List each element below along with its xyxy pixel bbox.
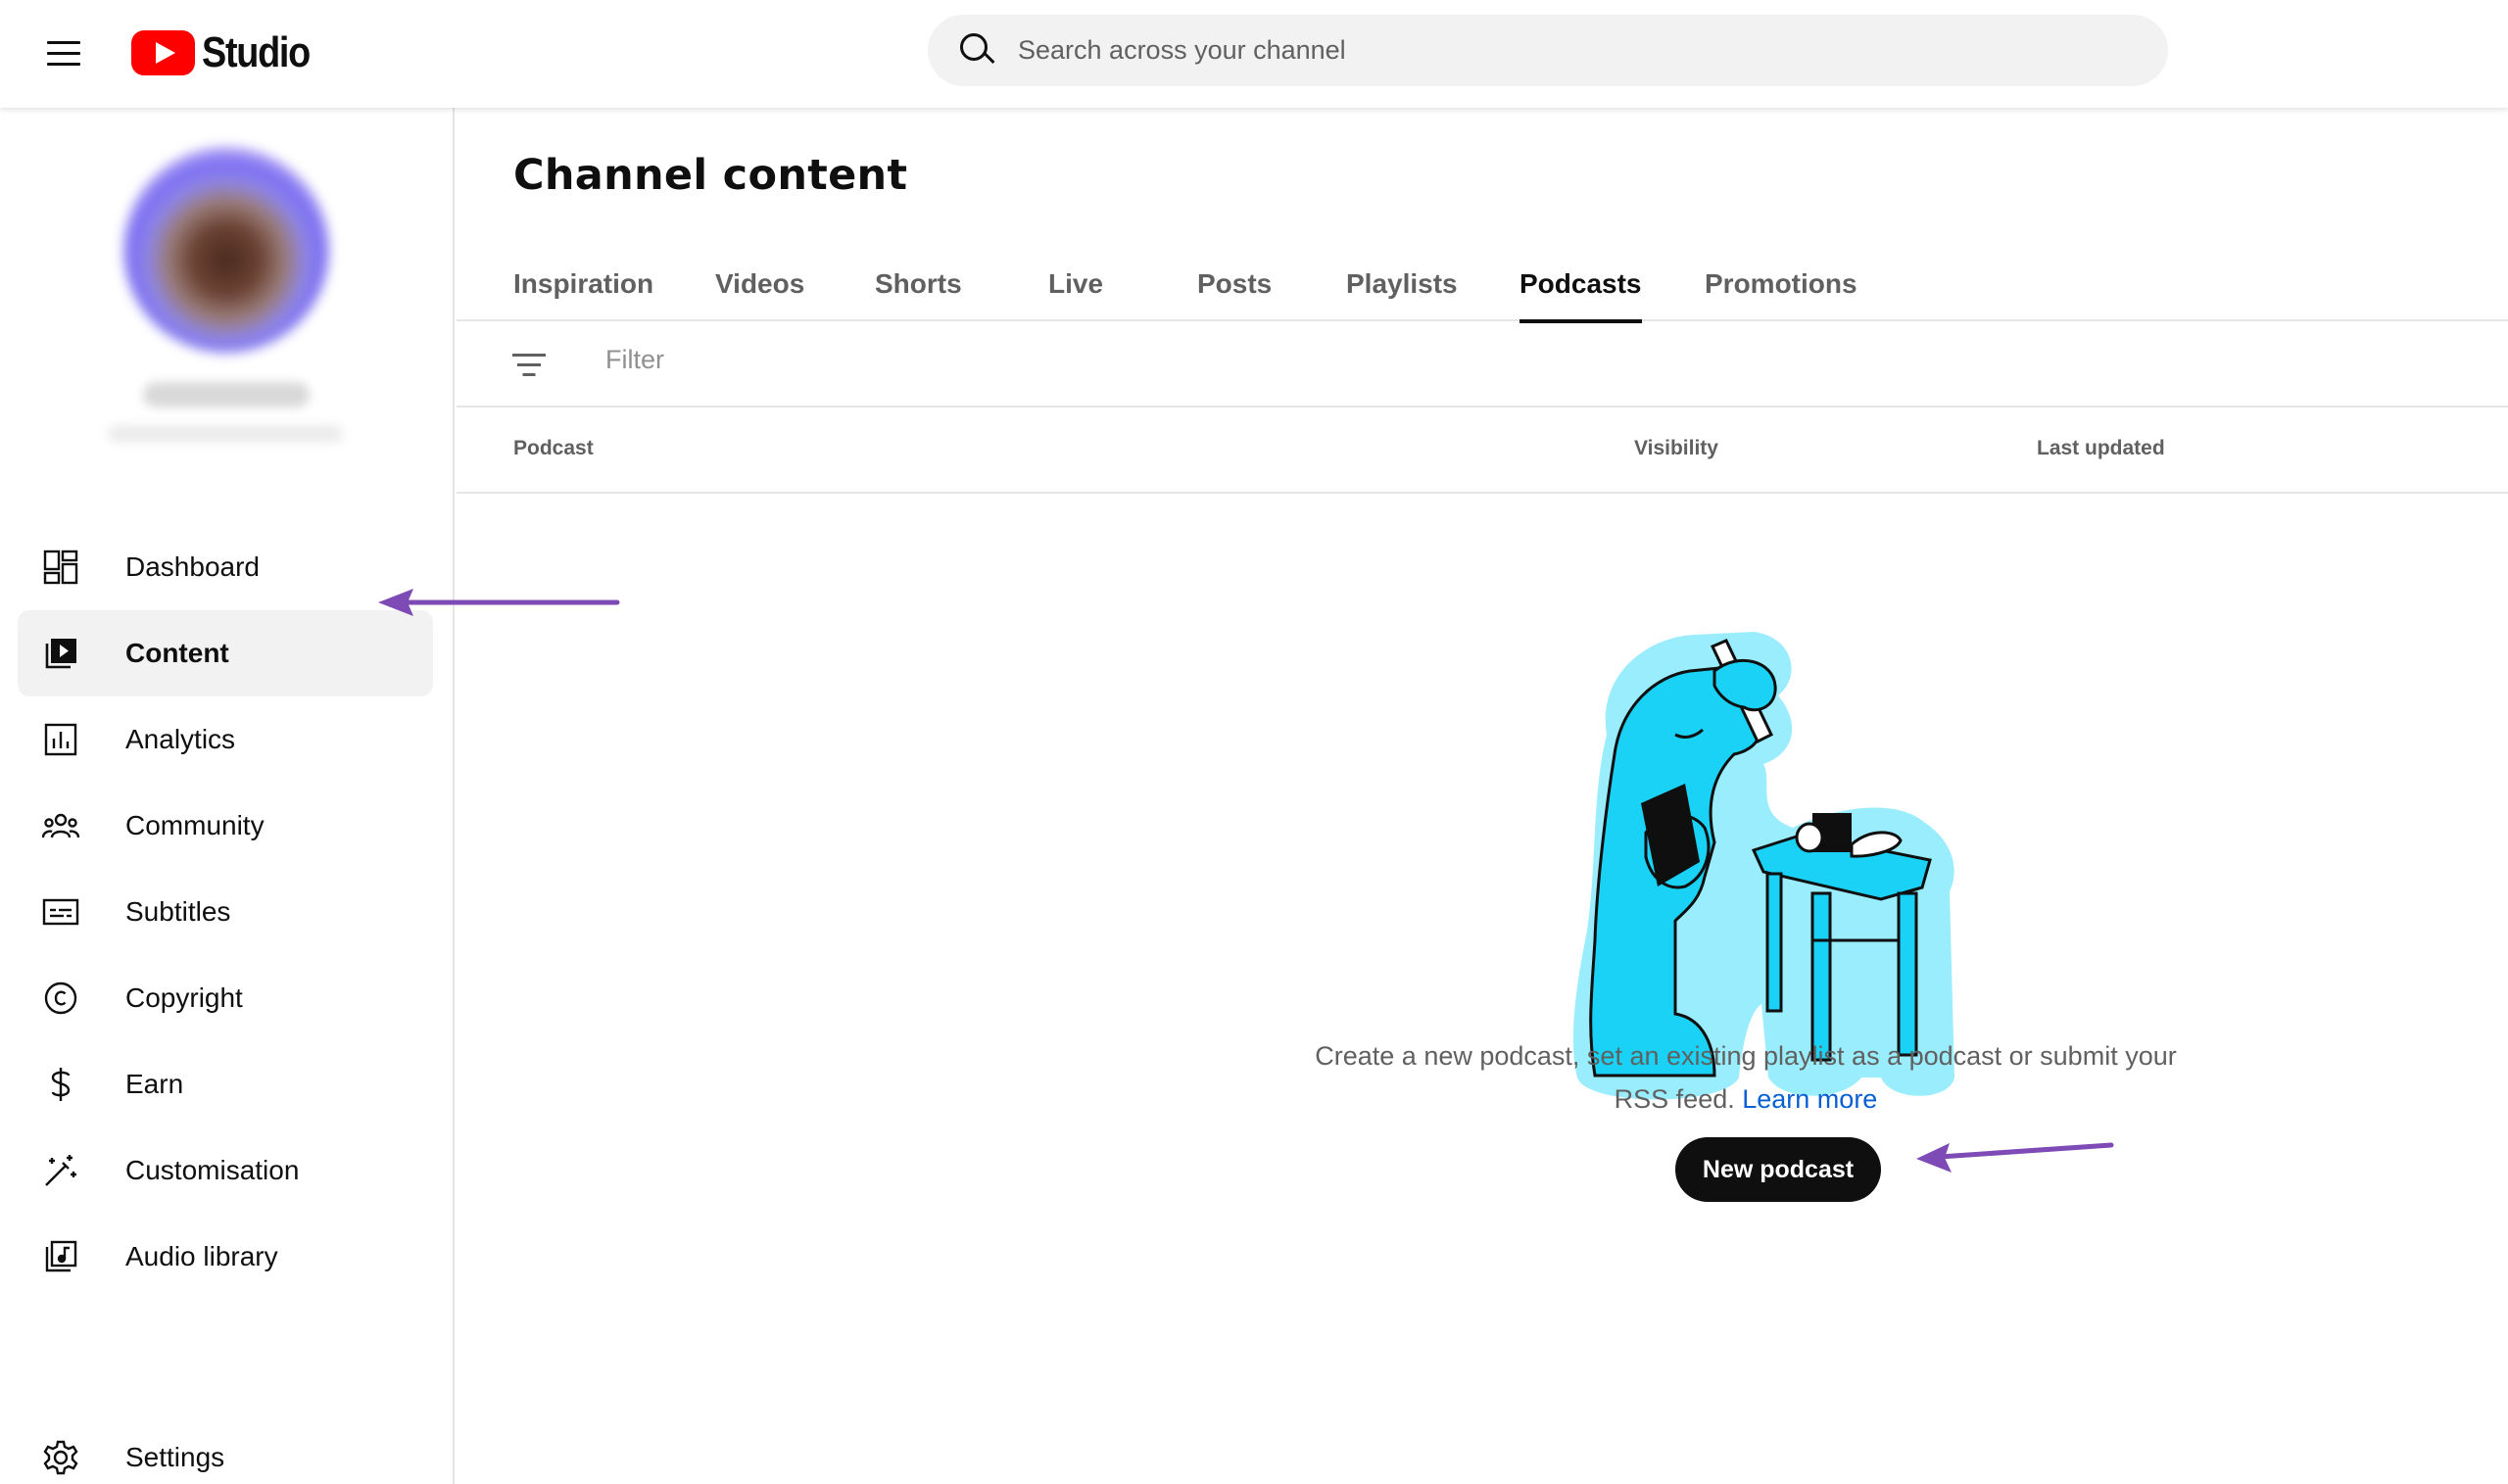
annotation-arrow-new-podcast <box>1916 1142 2114 1173</box>
tab-shorts[interactable]: Shorts <box>875 249 962 321</box>
channel-handle-blurred <box>108 425 343 443</box>
tab-podcasts[interactable]: Podcasts <box>1519 249 1642 323</box>
tab-live[interactable]: Live <box>1048 249 1103 321</box>
sidebar-item-dashboard[interactable]: Dashboard <box>18 524 433 610</box>
page-title: Channel content <box>513 151 908 200</box>
search-icon[interactable] <box>957 31 996 71</box>
sidebar-item-customisation[interactable]: Customisation <box>18 1127 433 1214</box>
sidebar-item-label: Analytics <box>125 724 236 754</box>
sidebar-item-copyright[interactable]: Copyright <box>18 955 433 1041</box>
copyright-icon <box>41 979 80 1018</box>
table-header: Podcast Visibility Last updated <box>457 407 2508 494</box>
tab-posts[interactable]: Posts <box>1197 249 1272 321</box>
tab-promotions[interactable]: Promotions <box>1705 249 1857 321</box>
dashboard-icon <box>41 548 80 587</box>
settings-label: Settings <box>125 1442 225 1472</box>
top-bar: Studio <box>0 0 2508 108</box>
filter-icon[interactable] <box>511 351 547 380</box>
sidebar-item-earn[interactable]: Earn <box>18 1041 433 1127</box>
content-tabs: Inspiration Videos Shorts Live Posts Pla… <box>457 249 2508 323</box>
sidebar-item-label: Earn <box>125 1069 184 1099</box>
sidebar-item-settings[interactable]: Settings <box>18 1414 433 1484</box>
youtube-play-icon <box>131 30 195 75</box>
sidebar-item-label: Copyright <box>125 982 243 1013</box>
audio-library-icon <box>41 1237 80 1276</box>
main-content: Channel content Inspiration Videos Short… <box>457 108 2508 1484</box>
sidebar-item-label: Content <box>125 638 229 668</box>
app-name: Studio <box>202 28 311 76</box>
sidebar-item-analytics[interactable]: Analytics <box>18 696 433 783</box>
community-icon <box>41 806 80 845</box>
empty-state-message: Create a new podcast, set an existing pl… <box>1305 1034 2187 1121</box>
subtitles-icon <box>41 892 80 932</box>
filter-input[interactable] <box>605 345 1193 375</box>
gear-icon <box>41 1438 80 1477</box>
earn-icon <box>41 1065 80 1104</box>
new-podcast-button[interactable]: New podcast <box>1675 1137 1881 1202</box>
podcast-empty-illustration <box>1572 632 1954 1100</box>
sidebar-item-label: Dashboard <box>125 551 260 582</box>
learn-more-link[interactable]: Learn more <box>1742 1084 1877 1114</box>
column-last-updated[interactable]: Last updated <box>2037 437 2165 460</box>
content-icon <box>41 634 80 673</box>
sidebar-item-community[interactable]: Community <box>18 783 433 869</box>
filter-bar <box>457 321 2508 407</box>
sidebar-item-label: Audio library <box>125 1241 278 1271</box>
youtube-studio-logo[interactable]: Studio <box>131 25 327 80</box>
tab-inspiration[interactable]: Inspiration <box>513 249 653 321</box>
tab-videos[interactable]: Videos <box>715 249 804 321</box>
search-input[interactable] <box>1018 35 2096 66</box>
sidebar-item-subtitles[interactable]: Subtitles <box>18 869 433 955</box>
search-bar[interactable] <box>928 15 2168 86</box>
column-visibility[interactable]: Visibility <box>1634 437 1718 460</box>
sidebar: Dashboard Content Analytics Community Su… <box>0 108 455 1484</box>
channel-avatar[interactable] <box>123 147 329 353</box>
annotation-arrow-content <box>378 589 620 616</box>
menu-icon[interactable] <box>35 29 94 78</box>
channel-name-blurred <box>143 382 310 407</box>
sidebar-item-content[interactable]: Content <box>18 610 433 696</box>
sidebar-item-label: Community <box>125 810 265 840</box>
customisation-icon <box>41 1151 80 1190</box>
sidebar-item-label: Subtitles <box>125 896 231 927</box>
tab-playlists[interactable]: Playlists <box>1346 249 1458 321</box>
sidebar-item-label: Customisation <box>125 1155 300 1185</box>
column-podcast[interactable]: Podcast <box>513 437 594 460</box>
sidebar-item-audio-library[interactable]: Audio library <box>18 1214 433 1300</box>
analytics-icon <box>41 720 80 759</box>
